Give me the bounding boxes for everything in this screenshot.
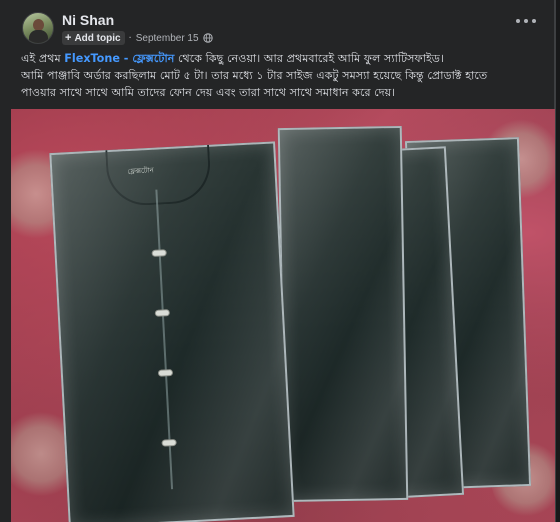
text-segment: থেকে কিছু নেওয়া। আর প্রথমবারেই আমি ফুল … [174,52,445,65]
post-date[interactable]: September 15 [136,33,199,44]
globe-icon[interactable] [202,33,213,43]
add-topic-button[interactable]: + Add topic [62,31,125,45]
product-package [277,125,409,503]
post-text: এই প্রথম FlexTone - ফ্লেক্সটোন থেকে কিছু… [21,50,541,101]
brand-label-logo: ফ্লেক্সটোন [127,166,155,176]
brand-link[interactable]: FlexTone - ফ্লেক্সটোন [64,52,174,65]
author-name[interactable]: Ni Shan [62,12,114,28]
post-meta: + Add topic · September 15 [62,31,213,45]
post-photo[interactable]: ফ্লেক্সটোন [11,109,555,522]
avatar-torso [29,30,48,43]
meta-separator: · [128,32,132,44]
author-avatar[interactable] [22,12,54,44]
product-package-front [49,141,295,522]
post-text-line-1: এই প্রথম FlexTone - ফ্লেক্সটোন থেকে কিছু… [21,50,541,67]
more-horizontal-icon[interactable] [516,14,536,28]
post-text-line-3: পাওয়ার সাথে সাথে আমি তাদের ফোন দেয় এবং… [21,86,396,99]
post-card: Ni Shan + Add topic · September 15 এই প্… [0,0,556,522]
plus-icon: + [65,32,72,44]
post-header: Ni Shan + Add topic · September 15 [0,0,554,50]
text-segment: এই প্রথম [21,52,65,65]
add-topic-label: Add topic [74,32,121,44]
post-text-line-2: আমি পাঞ্জাবি অর্ডার করছিলাম মোট ৫ টা। তা… [21,69,488,82]
